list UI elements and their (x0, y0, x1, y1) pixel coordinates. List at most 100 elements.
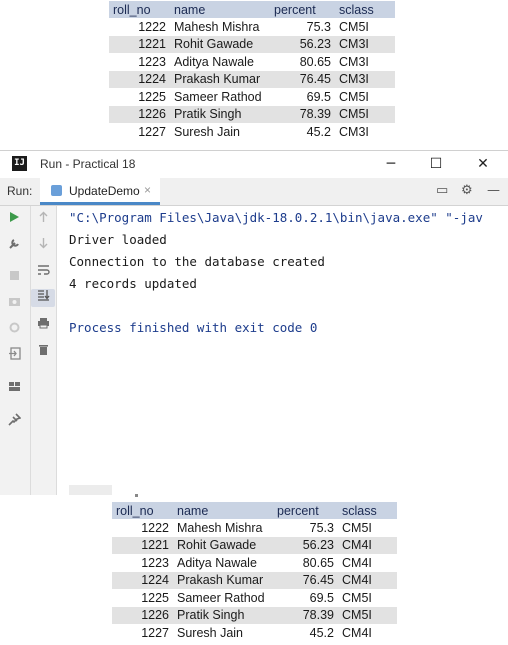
cell-sclass: CM5I (335, 105, 395, 123)
cell-sclass: CM4I (338, 536, 397, 554)
column-header-name: name (170, 1, 270, 18)
run-config-icon (51, 185, 62, 196)
table-row: 1227 Suresh Jain 45.2 CM4I (112, 624, 397, 642)
cell-name: Aditya Nawale (174, 54, 254, 69)
table-row: 1226 Pratik Singh 78.39 CM5I (112, 606, 397, 624)
rerun-icon[interactable] (4, 211, 24, 229)
table-row: 1225 Sameer Rathod 69.5 CM5I (109, 88, 395, 106)
maximize-button[interactable]: ☐ (424, 155, 448, 173)
cell-roll-no: 1224 (109, 70, 170, 88)
cell-percent: 75.3 (309, 520, 334, 535)
cell-percent: 76.45 (273, 571, 338, 589)
stop-icon[interactable] (4, 269, 24, 287)
cell-percent: 76.45 (270, 70, 335, 88)
column-header-sclass: sclass (335, 1, 395, 18)
column-header-roll-no: roll_no (109, 1, 170, 18)
settings-disabled-icon[interactable] (4, 321, 24, 339)
cell-roll-no: 1222 (138, 19, 166, 34)
pin-icon[interactable] (4, 413, 24, 431)
cell-sclass: CM3I (339, 124, 369, 139)
cell-roll-no: 1223 (138, 54, 166, 69)
table-row: 1227 Suresh Jain 45.2 CM3I (109, 123, 395, 141)
cell-name: Prakash Kumar (170, 70, 270, 88)
cell-percent: 78.39 (273, 606, 338, 624)
wrench-icon[interactable] (4, 237, 24, 255)
cell-sclass: CM4I (342, 625, 372, 640)
cell-roll-no: 1226 (112, 606, 173, 624)
cell-percent: 45.2 (309, 625, 334, 640)
console-line-exit-code: Process finished with exit code 0 (69, 320, 318, 335)
print-icon[interactable] (33, 317, 53, 335)
scroll-to-end-icon[interactable] (31, 289, 55, 307)
cell-percent: 69.5 (309, 590, 334, 605)
soft-wrap-icon[interactable] (33, 264, 53, 282)
cell-percent: 78.39 (270, 105, 335, 123)
bottom-result-table: roll_no name percent sclass 1222 Mahesh … (112, 502, 397, 642)
cell-roll-no: 1225 (141, 590, 169, 605)
cell-sclass: CM5I (339, 89, 369, 104)
tab-update-demo[interactable]: UpdateDemo × (40, 178, 160, 205)
cell-sclass: CM3I (335, 35, 395, 53)
scroll-indicator (135, 494, 138, 497)
cell-sclass: CM3I (335, 70, 395, 88)
table-row: 1224 Prakash Kumar 76.45 CM4I (112, 571, 397, 589)
hide-icon[interactable]: — (487, 183, 500, 198)
cell-roll-no: 1227 (141, 625, 169, 640)
layout-icon[interactable]: ▭ (436, 183, 448, 198)
cell-sclass: CM5I (342, 520, 372, 535)
run-tool-bar: Run: UpdateDemo × ▭ ⚙ — (0, 178, 508, 206)
cell-name: Mahesh Mishra (177, 520, 263, 535)
console-line-records-updated: 4 records updated (69, 276, 197, 291)
cell-roll-no: 1225 (138, 89, 166, 104)
column-header-name: name (173, 502, 273, 519)
horizontal-scrollbar[interactable] (69, 485, 112, 495)
trash-icon[interactable] (33, 343, 53, 361)
cell-sclass: CM5I (339, 19, 369, 34)
arrow-up-icon[interactable] (33, 211, 53, 229)
console-output[interactable]: "C:\Program Files\Java\jdk-18.0.2.1\bin\… (57, 206, 508, 495)
cell-roll-no: 1223 (141, 555, 169, 570)
table-row: 1222 Mahesh Mishra 75.3 CM5I (112, 519, 397, 537)
cell-roll-no: 1221 (112, 536, 173, 554)
window-title: Run - Practical 18 (40, 157, 136, 171)
table-header-row: roll_no name percent sclass (109, 1, 395, 18)
minimize-button[interactable]: ─ (379, 155, 403, 173)
layout-grid-icon[interactable] (4, 380, 24, 398)
run-toolbar-left (0, 206, 31, 495)
title-bar: IJ Run - Practical 18 ─ ☐ ✕ (0, 151, 508, 178)
console-line-connection: Connection to the database created (69, 254, 325, 269)
cell-roll-no: 1226 (109, 105, 170, 123)
cell-name: Pratik Singh (170, 105, 270, 123)
gear-icon[interactable]: ⚙ (461, 183, 473, 198)
arrow-down-icon[interactable] (33, 237, 53, 255)
intellij-logo-icon: IJ (12, 156, 27, 171)
cell-name: Mahesh Mishra (174, 19, 260, 34)
table-row: 1221 Rohit Gawade 56.23 CM3I (109, 35, 395, 53)
cell-name: Rohit Gawade (170, 35, 270, 53)
table-row: 1221 Rohit Gawade 56.23 CM4I (112, 536, 397, 554)
table-row: 1222 Mahesh Mishra 75.3 CM5I (109, 18, 395, 36)
cell-name: Suresh Jain (177, 625, 244, 640)
column-header-percent: percent (270, 1, 335, 18)
camera-icon[interactable] (4, 295, 24, 313)
column-header-sclass: sclass (338, 502, 397, 519)
run-label: Run: (7, 184, 33, 198)
cell-percent: 56.23 (270, 35, 335, 53)
table-row: 1224 Prakash Kumar 76.45 CM3I (109, 70, 395, 88)
cell-roll-no: 1224 (112, 571, 173, 589)
tab-close-icon[interactable]: × (144, 183, 151, 197)
table-row: 1226 Pratik Singh 78.39 CM5I (109, 105, 395, 123)
cell-roll-no: 1227 (138, 124, 166, 139)
tab-label: UpdateDemo (69, 184, 140, 198)
cell-roll-no: 1222 (141, 520, 169, 535)
cell-sclass: CM5I (338, 606, 397, 624)
cell-percent: 69.5 (306, 89, 331, 104)
close-button[interactable]: ✕ (471, 155, 495, 173)
console-command-line: "C:\Program Files\Java\jdk-18.0.2.1\bin\… (69, 210, 483, 225)
cell-roll-no: 1221 (109, 35, 170, 53)
table-row: 1223 Aditya Nawale 80.65 CM4I (112, 554, 397, 572)
exit-icon[interactable] (4, 347, 24, 365)
cell-percent: 56.23 (273, 536, 338, 554)
console-toolbar (31, 206, 57, 495)
table-header-row: roll_no name percent sclass (112, 502, 397, 519)
